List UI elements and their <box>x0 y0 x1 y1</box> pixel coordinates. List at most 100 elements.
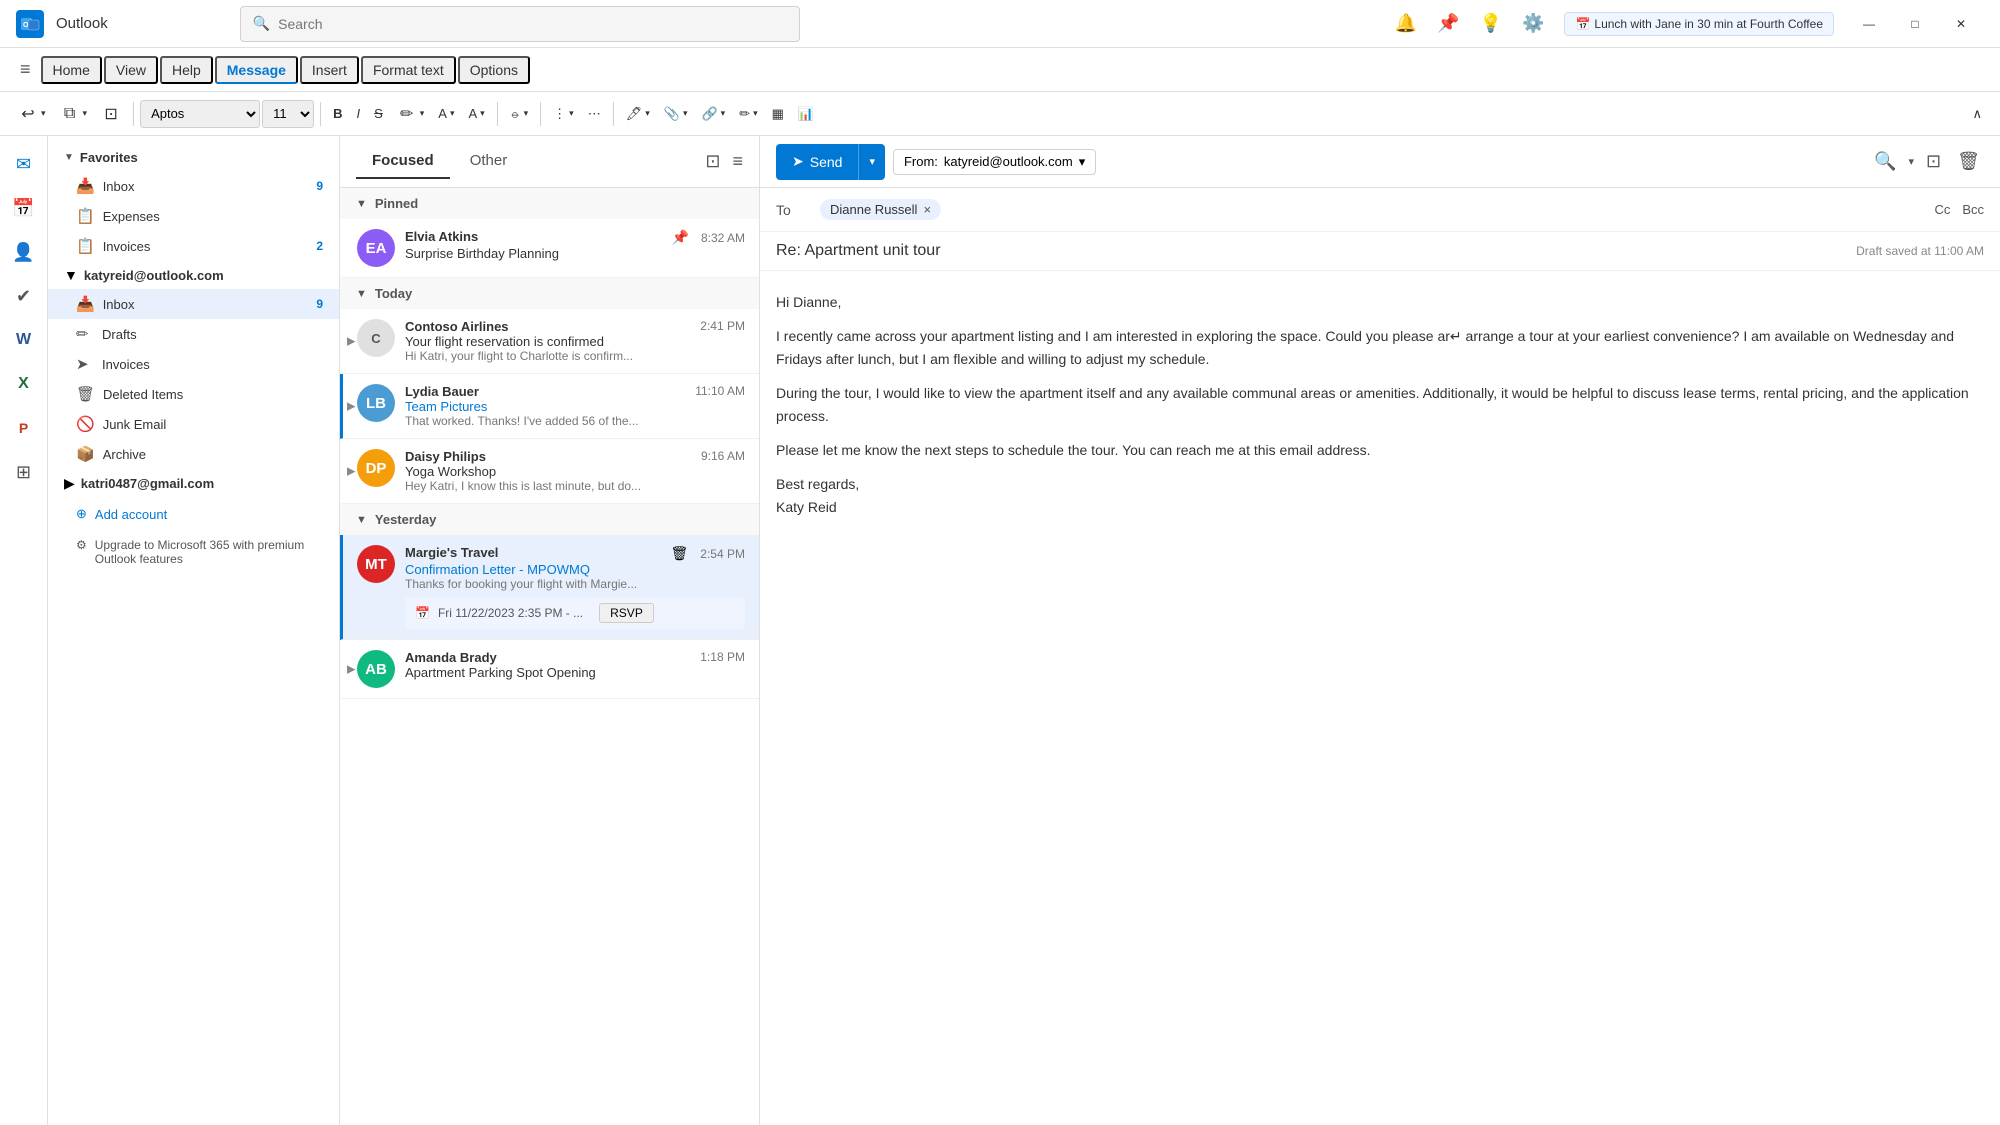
cc-button[interactable]: Cc <box>1934 202 1950 217</box>
font-size-select[interactable]: 11 10 12 14 <box>262 100 314 128</box>
undo-button[interactable]: ↩▾ <box>12 100 52 128</box>
ribbon-view[interactable]: View <box>104 56 158 84</box>
account1-header[interactable]: ▼ katyreid@outlook.com <box>48 261 339 289</box>
notification-icon[interactable]: 🔔 <box>1395 13 1417 34</box>
nav-excel[interactable]: X <box>4 364 44 404</box>
msg-subject-daisy: Yoga Workshop <box>405 464 745 479</box>
text-color-button[interactable]: A▾ <box>462 102 490 125</box>
nav-tasks[interactable]: ✔ <box>4 276 44 316</box>
expand-amanda[interactable]: ▶ <box>347 663 355 676</box>
close-button[interactable]: ✕ <box>1938 0 1984 48</box>
recipient-tag[interactable]: Dianne Russell × <box>820 199 941 220</box>
send-arrow-icon: ➤ <box>792 153 804 170</box>
bcc-button[interactable]: Bcc <box>1962 202 1984 217</box>
send-button-main[interactable]: ➤ Send <box>776 144 858 180</box>
bold-button[interactable]: B <box>327 102 348 125</box>
nav-calendar[interactable]: 📅 <box>4 188 44 228</box>
line-spacing-button[interactable]: ⋮▾ <box>547 102 580 126</box>
minimize-button[interactable]: — <box>1846 0 1892 48</box>
draft-saved: Draft saved at 11:00 AM <box>1856 244 1984 258</box>
fav-inbox[interactable]: 📥 Inbox 9 <box>48 171 339 201</box>
expand-button[interactable]: ⊡ <box>1922 147 1945 176</box>
account1-deleted[interactable]: 🗑 Deleted Items <box>48 379 339 409</box>
zoom-button[interactable]: 🔍 <box>1870 147 1900 176</box>
account1-archive[interactable]: 📦 Archive <box>48 439 339 469</box>
fav-invoices[interactable]: 📋 Invoices 2 <box>48 231 339 261</box>
msg-elvia-atkins[interactable]: EA Elvia Atkins 📌 8:32 AM Surprise Birth… <box>340 219 759 278</box>
account1-inbox[interactable]: 📥 Inbox 9 <box>48 289 339 319</box>
compose-body[interactable]: Hi Dianne, I recently came across your a… <box>760 271 2000 1125</box>
ribbon-message[interactable]: Message <box>215 56 298 84</box>
layout-icon[interactable]: ⊡ <box>705 151 720 172</box>
table-button[interactable]: ▦ <box>766 102 790 126</box>
ribbon-options[interactable]: Options <box>458 56 530 84</box>
format-painter[interactable]: ⦵▾ <box>504 102 534 126</box>
msg-lydia[interactable]: ▶ LB Lydia Bauer 11:10 AM Team Pictures … <box>340 374 759 439</box>
send-button[interactable]: ➤ Send ▾ <box>776 144 885 180</box>
lightbulb-icon[interactable]: 💡 <box>1480 13 1502 34</box>
font-color-button[interactable]: A▾ <box>432 102 460 125</box>
favorites-section[interactable]: ▼ Favorites <box>48 144 339 171</box>
signature-button[interactable]: 🖊▾ <box>620 102 656 126</box>
delete-icon-margie[interactable]: 🗑 <box>671 545 689 562</box>
account1-sent[interactable]: ➤ Invoices <box>48 349 339 379</box>
clipboard-button[interactable]: ⊡ <box>95 100 127 128</box>
rsvp-button[interactable]: RSVP <box>599 603 654 623</box>
msg-margie[interactable]: MT Margie's Travel 🗑 2:54 PM Confirmatio… <box>340 535 759 640</box>
draw-button[interactable]: ✏▾ <box>733 102 763 126</box>
search-bar[interactable]: 🔍 <box>240 6 800 42</box>
account1-junk[interactable]: 🚫 Junk Email <box>48 409 339 439</box>
account1-drafts[interactable]: ✏ Drafts <box>48 319 339 349</box>
ribbon-format-text[interactable]: Format text <box>361 56 456 84</box>
discard-button[interactable]: 🗑 <box>1953 147 1984 176</box>
add-account-button[interactable]: ⊕ Add account <box>48 498 339 530</box>
search-input[interactable] <box>278 16 787 32</box>
hamburger-menu[interactable]: ≡ <box>12 55 39 84</box>
yesterday-group-header[interactable]: ▼ Yesterday <box>340 504 759 535</box>
tab-focused[interactable]: Focused <box>356 144 450 179</box>
font-family-select[interactable]: Aptos Arial Calibri <box>140 100 260 128</box>
tab-other[interactable]: Other <box>454 144 524 179</box>
attach-button[interactable]: 📎▾ <box>658 102 694 126</box>
msg-content-contoso: Contoso Airlines 2:41 PM Your flight res… <box>405 319 745 363</box>
account1-junk-label: Junk Email <box>103 417 323 432</box>
subject-text[interactable]: Re: Apartment unit tour <box>776 242 941 260</box>
app-logo: O <box>16 10 44 38</box>
msg-amanda[interactable]: ▶ AB Amanda Brady 1:18 PM Apartment Park… <box>340 640 759 699</box>
send-dropdown-caret[interactable]: ▾ <box>858 144 885 180</box>
nav-people[interactable]: 👤 <box>4 232 44 272</box>
expand-lydia[interactable]: ▶ <box>347 400 355 413</box>
ribbon-home[interactable]: Home <box>41 56 102 84</box>
maximize-button[interactable]: □ <box>1892 0 1938 48</box>
fav-expenses[interactable]: 📋 Expenses <box>48 201 339 231</box>
nav-mail[interactable]: ✉ <box>4 144 44 184</box>
expand-daisy[interactable]: ▶ <box>347 465 355 478</box>
nav-powerpoint[interactable]: P <box>4 408 44 448</box>
ribbon-insert[interactable]: Insert <box>300 56 359 84</box>
nav-apps[interactable]: ⊞ <box>4 452 44 492</box>
pin-icon[interactable]: 📌 <box>1437 13 1459 34</box>
more-button[interactable]: ⋯ <box>582 102 607 126</box>
expand-contoso[interactable]: ▶ <box>347 335 355 348</box>
settings-icon[interactable]: ⚙️ <box>1522 13 1544 34</box>
pinned-group-header[interactable]: ▼ Pinned <box>340 188 759 219</box>
compose-pane: ➤ Send ▾ From: katyreid@outlook.com ▾ 🔍 … <box>760 136 2000 1125</box>
today-group-header[interactable]: ▼ Today <box>340 278 759 309</box>
nav-word[interactable]: W <box>4 320 44 360</box>
strikethrough-button[interactable]: S <box>368 102 389 125</box>
account2-header[interactable]: ▶ katri0487@gmail.com <box>48 469 339 498</box>
filter-icon[interactable]: ≡ <box>732 151 743 172</box>
italic-button[interactable]: I <box>350 102 366 125</box>
msg-contoso[interactable]: ▶ C Contoso Airlines 2:41 PM Your flight… <box>340 309 759 374</box>
chart-button[interactable]: 📊 <box>792 102 820 126</box>
pinned-chevron: ▼ <box>356 198 367 210</box>
remove-recipient[interactable]: × <box>923 202 931 217</box>
from-selector[interactable]: From: katyreid@outlook.com ▾ <box>893 149 1096 175</box>
ribbon-help[interactable]: Help <box>160 56 213 84</box>
collapse-ribbon[interactable]: ∧ <box>1966 102 1988 126</box>
highlight-button[interactable]: ✏▾ <box>391 100 431 128</box>
zoom-caret[interactable]: ▾ <box>1909 155 1915 168</box>
link-button[interactable]: 🔗▾ <box>695 102 731 126</box>
msg-daisy[interactable]: ▶ DP Daisy Philips 9:16 AM Yoga Workshop… <box>340 439 759 504</box>
copy-button[interactable]: ⧉▾ <box>54 101 94 127</box>
